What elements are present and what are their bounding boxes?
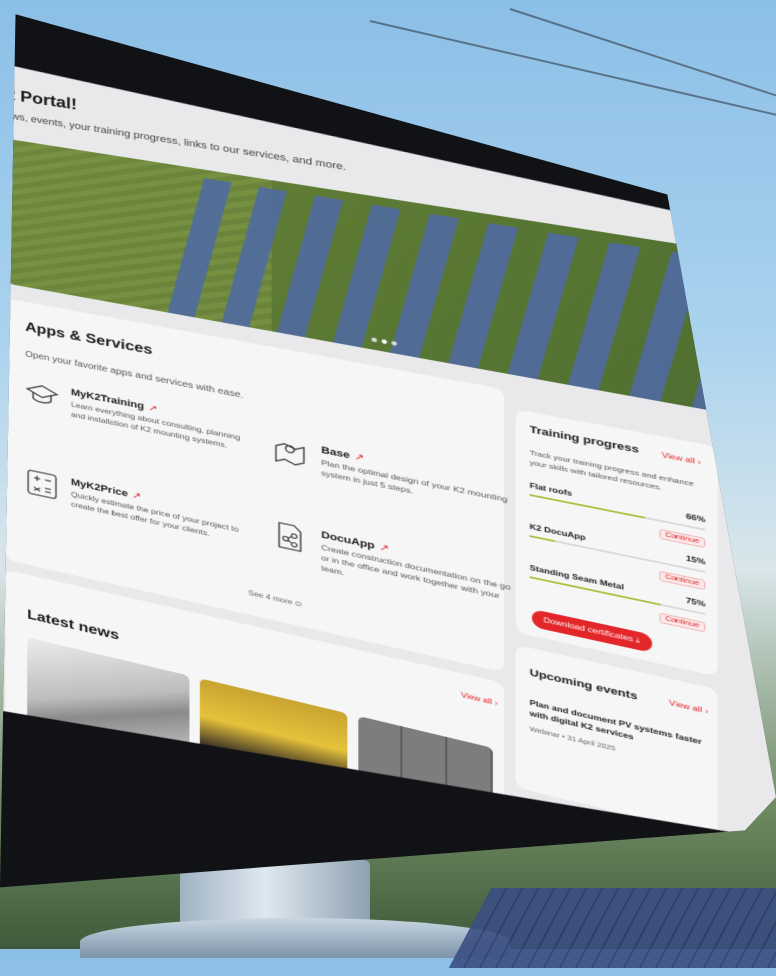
events-title: Upcoming events (529, 667, 638, 703)
progress-bar (530, 494, 706, 531)
continue-button[interactable]: Continue (659, 571, 705, 591)
carousel-dot[interactable] (372, 337, 378, 342)
upcoming-events-card: Upcoming events View all › Plan and docu… (516, 645, 718, 837)
progress-fill (530, 494, 645, 519)
training-view-all-link[interactable]: View all › (662, 451, 701, 467)
power-line (369, 20, 776, 139)
progress-fill (530, 535, 556, 542)
training-progress-card: Training progress View all › Track your … (516, 409, 718, 676)
news-title: Latest news (27, 607, 120, 644)
map-pin-icon (272, 434, 309, 471)
external-link-icon: ↗ (131, 490, 142, 503)
carousel-dot-active[interactable] (381, 339, 387, 344)
app-text: Plan the optimal design of your K2 mount… (321, 457, 508, 504)
graduation-cap-icon (25, 378, 59, 413)
continue-button[interactable]: Continue (659, 613, 705, 633)
external-link-icon: ↗ (379, 541, 390, 555)
news-image-panels[interactable] (358, 716, 492, 846)
app-myk2price[interactable]: MyK2Price ↗ Quickly estimate the price of… (25, 467, 240, 572)
monitor-base (80, 918, 510, 958)
external-link-icon: ↗ (148, 402, 158, 415)
news-image-roof[interactable] (27, 637, 189, 769)
news-image-team[interactable] (200, 678, 348, 809)
events-view-all-link[interactable]: View all › (669, 699, 708, 716)
news-view-all-link[interactable]: View all › (461, 691, 498, 707)
calculator-icon (25, 467, 59, 502)
document-share-icon (272, 518, 309, 555)
page-title: 2 Portal! (5, 85, 78, 114)
power-line (509, 8, 776, 140)
carousel-dot[interactable] (391, 341, 397, 346)
see-more-link[interactable]: See 4 more ⊙ (248, 589, 302, 609)
app-text: Quickly estimate the price of your proje… (70, 489, 239, 538)
portal-screen: 2 Portal! ews, events, your training pro… (0, 60, 776, 976)
app-text: Learn everything about consulting, plann… (70, 399, 241, 450)
continue-button[interactable]: Continue (659, 529, 705, 548)
app-text: Create construction documentation on the… (321, 542, 511, 601)
course-percent: 66% (685, 512, 706, 525)
monitor-bezel: 2 Portal! ews, events, your training pro… (0, 14, 776, 888)
external-link-icon: ↗ (354, 451, 365, 464)
keyboard (448, 888, 776, 968)
